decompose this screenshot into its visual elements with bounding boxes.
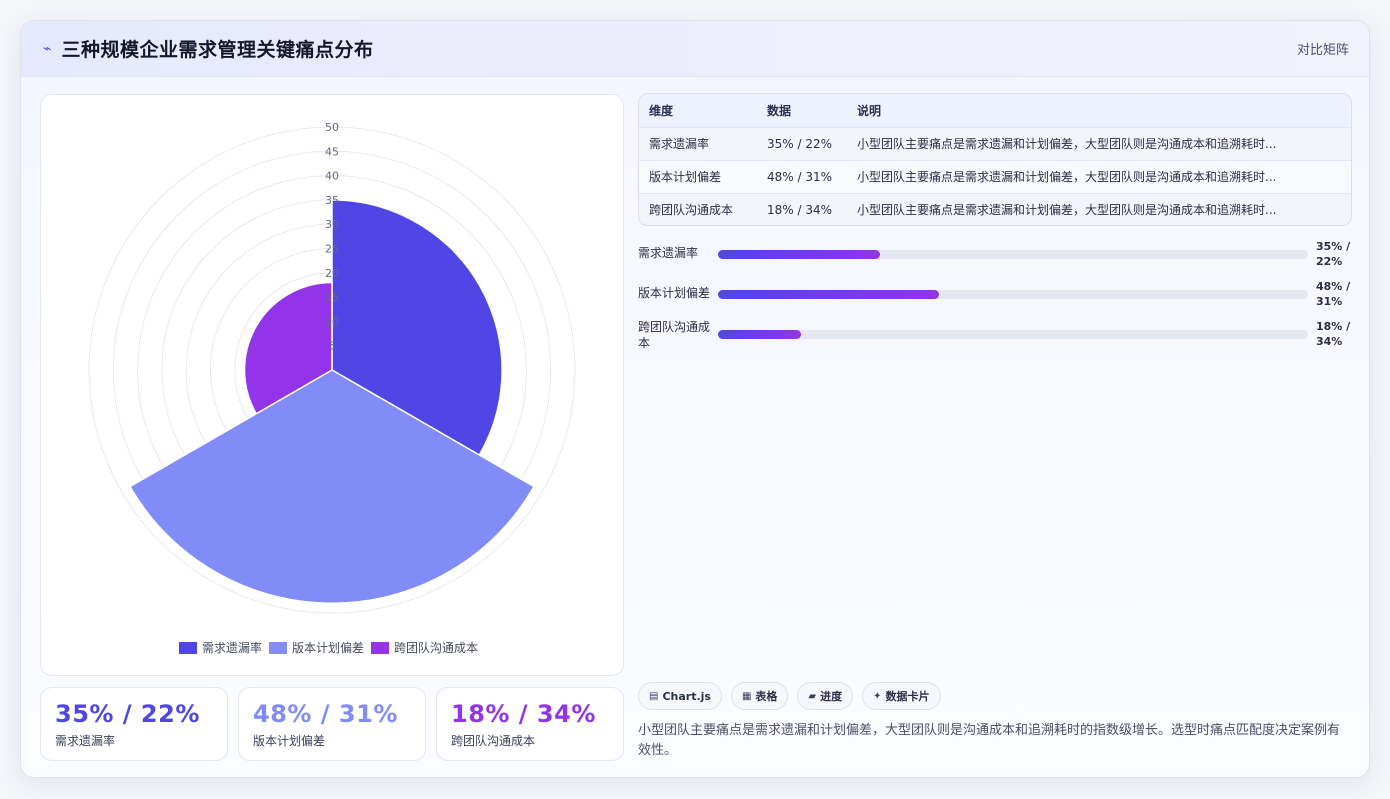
compare-matrix-link[interactable]: 对比矩阵	[1297, 39, 1349, 58]
legend-swatch	[179, 642, 197, 654]
stat-value: 18% / 34%	[451, 700, 596, 728]
chart-icon: ▤	[649, 690, 659, 702]
progress-track	[718, 250, 1308, 259]
table-header-cell: 维度	[649, 103, 674, 118]
pulse-icon: ⌁	[43, 40, 52, 57]
stat-value: 35% / 22%	[55, 700, 200, 728]
table-cell: 18% / 34%	[767, 202, 833, 217]
legend-swatch	[371, 642, 389, 654]
legend-label: 需求遗漏率	[202, 640, 262, 655]
progress-row: 跨团队沟通成本 18% /34%	[638, 319, 1352, 353]
legend-label: 跨团队沟通成本	[394, 640, 478, 655]
table-cell: 小型团队主要痛点是需求遗漏和计划偏差，大型团队则是沟通成本和追溯耗时...	[857, 137, 1277, 151]
stat-value: 48% / 31%	[253, 700, 398, 728]
r-tick-label: 20	[325, 267, 339, 280]
r-tick-label: 45	[325, 145, 339, 158]
chip-label: 表格	[755, 690, 778, 703]
progress-value: 18% /34%	[1316, 320, 1351, 348]
progress-label: 需求遗漏率	[638, 246, 699, 260]
table-cell: 35% / 22%	[767, 136, 833, 151]
polar-area-chart: 50 45 40 35 30 25 20 15 10 5 需求遗漏率 版本计划偏差 跨团队沟通成本	[88, 121, 576, 655]
table-row: 版本计划偏差 48% / 31% 小型团队主要痛点是需求遗漏和计划偏差，大型团队…	[639, 160, 1351, 193]
stat-card-version-deviation: 48% / 31% 版本计划偏差	[238, 687, 426, 761]
progress-track	[718, 330, 1308, 339]
table-cell: 版本计划偏差	[649, 170, 722, 184]
table-header-cell: 数据	[767, 103, 792, 118]
chip-data-cards[interactable]: ✦ 数据卡片	[862, 682, 941, 710]
legend-swatch	[269, 642, 287, 654]
progress-label: 版本计划偏差	[638, 286, 711, 300]
table-header-row: 维度 数据 说明	[639, 94, 1351, 127]
progress-track	[718, 290, 1308, 299]
chip-label: Chart.js	[662, 689, 711, 703]
r-tick-label: 50	[325, 121, 339, 134]
table-header-cell: 说明	[857, 103, 882, 118]
sparkle-icon: ✦	[873, 690, 882, 702]
r-tick-label: 10	[325, 315, 339, 328]
progress-row: 版本计划偏差 48% /31%	[638, 279, 1352, 313]
table-cell: 48% / 31%	[767, 169, 833, 184]
chip-progress[interactable]: ▰ 进度	[797, 682, 854, 710]
progress-value: 35% /22%	[1316, 240, 1351, 268]
chart-panel: 50 45 40 35 30 25 20 15 10 5 需求遗漏率 版本计划偏差 跨团队沟通成本	[40, 94, 624, 676]
progress-fill	[718, 290, 940, 299]
progress-row: 需求遗漏率 35% /22%	[638, 239, 1352, 273]
progress-value: 48% /31%	[1316, 280, 1351, 308]
stat-card-requirement-miss: 35% / 22% 需求遗漏率	[40, 687, 228, 761]
summary-text: 小型团队主要痛点是需求遗漏和计划偏差，大型团队则是沟通成本和追溯耗时的指数级增长…	[638, 723, 1341, 758]
r-tick-label: 15	[325, 291, 339, 304]
chip-chartjs[interactable]: ▤ Chart.js	[638, 682, 722, 710]
view-chips: ▤ Chart.js ▦ 表格 ▰ 进度 ✦ 数据卡片	[638, 682, 941, 710]
chip-label: 数据卡片	[885, 690, 930, 703]
page-title: 三种规模企业需求管理关键痛点分布	[61, 39, 374, 61]
table-cell: 小型团队主要痛点是需求遗漏和计划偏差，大型团队则是沟通成本和追溯耗时...	[857, 203, 1277, 218]
progress-label: 跨团队沟通成本	[638, 320, 711, 350]
r-tick-label: 40	[325, 170, 339, 183]
r-tick-label: 30	[325, 218, 339, 231]
r-tick-label: 35	[325, 194, 339, 207]
dashboard-card: ⌁ 三种规模企业需求管理关键痛点分布 对比矩阵 50 45 40 35 30 25 20 15…	[20, 20, 1370, 778]
progress-fill	[718, 330, 801, 339]
table-cell: 跨团队沟通成本	[649, 203, 734, 218]
stat-label: 跨团队沟通成本	[451, 734, 536, 748]
table-icon: ▦	[741, 690, 752, 702]
data-table: 维度 数据 说明 需求遗漏率 35% / 22% 小型团队主要痛点是需求遗漏和计…	[638, 93, 1352, 226]
chip-label: 进度	[820, 690, 843, 703]
stat-label: 需求遗漏率	[55, 734, 116, 748]
table-cell: 小型团队主要痛点是需求遗漏和计划偏差，大型团队则是沟通成本和追溯耗时...	[857, 170, 1277, 184]
card-header: ⌁ 三种规模企业需求管理关键痛点分布 对比矩阵	[21, 21, 1369, 77]
table-row: 需求遗漏率 35% / 22% 小型团队主要痛点是需求遗漏和计划偏差，大型团队则…	[639, 127, 1351, 160]
table-row: 跨团队沟通成本 18% / 34% 小型团队主要痛点是需求遗漏和计划偏差，大型团…	[639, 193, 1351, 225]
r-tick-label: 5	[329, 340, 336, 353]
progress-fill	[718, 250, 881, 259]
legend-label: 版本计划偏差	[292, 640, 364, 655]
chip-table[interactable]: ▦ 表格	[730, 682, 789, 710]
stat-label: 版本计划偏差	[253, 734, 326, 748]
r-tick-label: 25	[325, 243, 339, 256]
progress-icon: ▰	[808, 690, 817, 702]
table-cell: 需求遗漏率	[649, 137, 710, 151]
stat-card-communication-cost: 18% / 34% 跨团队沟通成本	[436, 687, 624, 761]
